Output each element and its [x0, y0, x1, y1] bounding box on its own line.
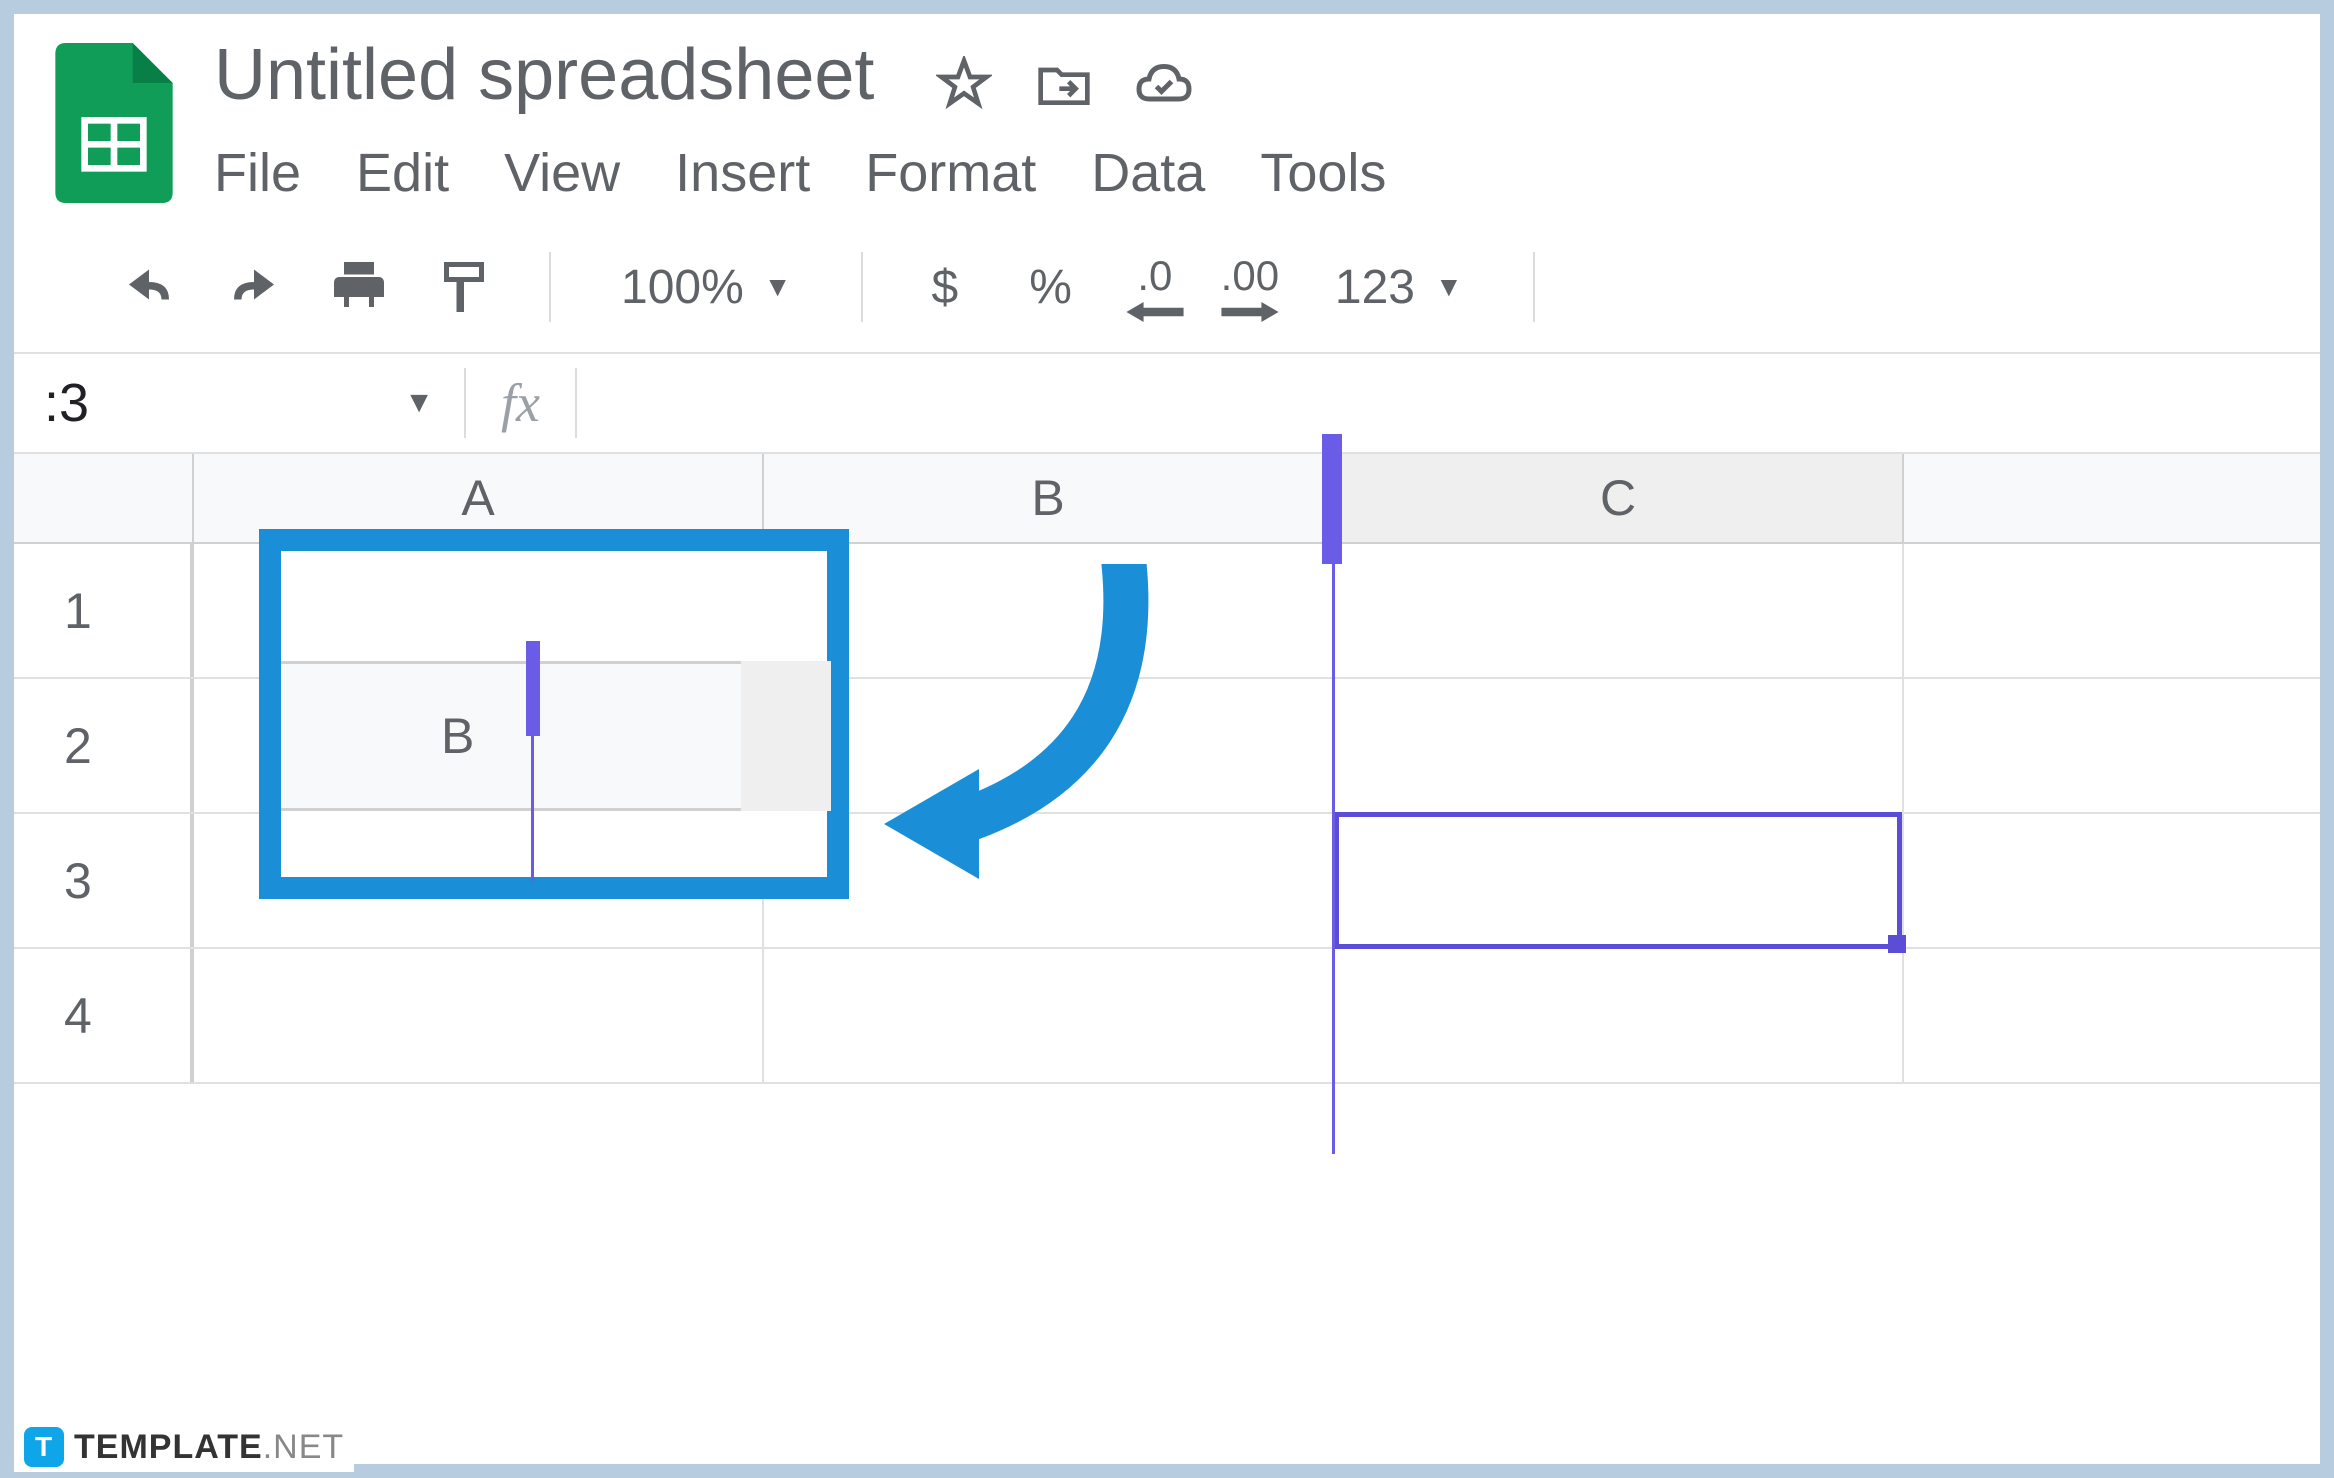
sheets-logo-icon[interactable]: [54, 43, 174, 203]
chevron-down-icon: ▼: [764, 271, 792, 303]
title-section: Untitled spreadsheet File Edit View: [214, 34, 2290, 212]
column-label: B: [1031, 469, 1064, 527]
menu-insert[interactable]: Insert: [675, 134, 810, 212]
chevron-down-icon: ▼: [1435, 271, 1463, 303]
watermark: T TEMPLATE.NET: [14, 1422, 354, 1472]
cell-b4[interactable]: [764, 949, 1334, 1082]
cell-c1[interactable]: [1334, 544, 1904, 677]
fx-label: fx: [466, 372, 575, 434]
row-header-1[interactable]: 1: [14, 544, 194, 677]
watermark-brand: TEMPLATE: [74, 1428, 263, 1466]
column-resize-handle[interactable]: [1322, 434, 1342, 564]
select-all-corner[interactable]: [14, 454, 194, 542]
document-title[interactable]: Untitled spreadsheet: [214, 34, 874, 116]
redo-icon[interactable]: [219, 252, 289, 322]
menu-file[interactable]: File: [214, 134, 301, 212]
formula-bar: :3 ▼ fx: [14, 354, 2320, 454]
watermark-suffix: .NET: [263, 1428, 344, 1466]
toolbar-divider: [1533, 252, 1535, 322]
paint-format-icon[interactable]: [429, 252, 499, 322]
zoom-dropdown[interactable]: 100% ▼: [601, 260, 811, 315]
menu-view[interactable]: View: [504, 134, 620, 212]
row-header-3[interactable]: 3: [14, 814, 194, 947]
column-header-b[interactable]: B: [764, 454, 1334, 542]
formula-divider: [575, 368, 577, 438]
row-header-4[interactable]: 4: [14, 949, 194, 1082]
decrease-decimal-button[interactable]: .0: [1125, 252, 1185, 322]
menu-data[interactable]: Data: [1091, 134, 1205, 212]
callout-column-label: B: [441, 707, 474, 765]
app-window: Untitled spreadsheet File Edit View: [14, 14, 2320, 1464]
toolbar-divider: [549, 252, 551, 322]
menu-tools[interactable]: Tools: [1260, 134, 1386, 212]
undo-icon[interactable]: [114, 252, 184, 322]
cloud-status-icon[interactable]: [1134, 54, 1194, 114]
tutorial-callout: B: [259, 529, 849, 899]
selection-fill-handle[interactable]: [1888, 935, 1906, 953]
move-folder-icon[interactable]: [1034, 54, 1094, 114]
callout-shaded-col: [741, 661, 831, 811]
name-box-value: :3: [44, 372, 89, 434]
star-icon[interactable]: [934, 54, 994, 114]
callout-resize-handle: [526, 641, 540, 736]
toolbar: 100% ▼ $ % .0 .00 123 ▼: [14, 222, 2320, 354]
percent-format-button[interactable]: %: [1011, 260, 1090, 315]
menu-edit[interactable]: Edit: [356, 134, 449, 212]
cell-a4[interactable]: [194, 949, 764, 1082]
sheet-grid: A B C 1 2 3 4: [14, 454, 2320, 1084]
menu-format[interactable]: Format: [865, 134, 1036, 212]
chevron-down-icon: ▼: [404, 386, 434, 420]
format-value: 123: [1335, 260, 1415, 315]
table-row: 4: [14, 949, 2320, 1084]
title-bar: Untitled spreadsheet File Edit View: [14, 14, 2320, 222]
menu-bar: File Edit View Insert Format Data Tools: [214, 134, 2290, 212]
currency-format-button[interactable]: $: [913, 260, 976, 315]
cell-c2[interactable]: [1334, 679, 1904, 812]
cell-c4[interactable]: [1334, 949, 1904, 1082]
tutorial-arrow-icon: [884, 564, 1184, 884]
cell-selection-outline: [1334, 812, 1902, 949]
number-format-dropdown[interactable]: 123 ▼: [1315, 260, 1483, 315]
column-header-c[interactable]: C: [1334, 454, 1904, 542]
zoom-value: 100%: [621, 260, 744, 315]
increase-decimal-button[interactable]: .00: [1220, 252, 1280, 322]
row-header-2[interactable]: 2: [14, 679, 194, 812]
print-icon[interactable]: [324, 252, 394, 322]
toolbar-divider: [861, 252, 863, 322]
watermark-logo-icon: T: [24, 1427, 64, 1467]
name-box[interactable]: :3 ▼: [14, 354, 464, 452]
callout-resize-line: [531, 731, 534, 881]
